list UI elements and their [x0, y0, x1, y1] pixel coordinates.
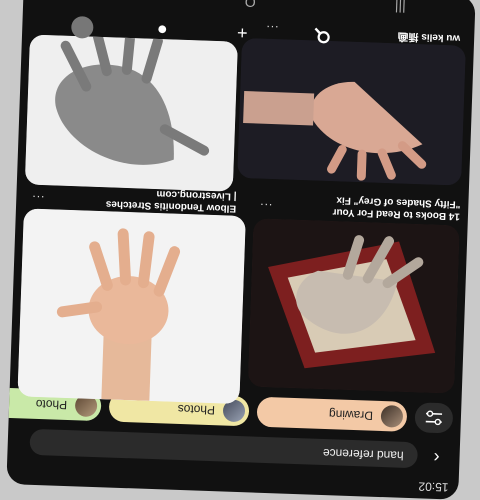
chip-label: Drawing [328, 407, 374, 423]
sliders-icon [425, 410, 443, 426]
pin-open-hand[interactable] [17, 208, 246, 405]
filter-button[interactable] [414, 402, 454, 434]
more-options-icon[interactable]: ... [31, 193, 44, 207]
chip-thumbnail [380, 404, 404, 428]
system-home-button[interactable]: O [235, 0, 266, 13]
pin-grid: 14 Books to Read For Your "Fifty Shades o… [10, 23, 473, 405]
system-back-button[interactable]: < [85, 0, 116, 7]
more-options-icon[interactable]: ... [259, 201, 272, 215]
pin-sketch-hand[interactable] [24, 34, 238, 192]
pin-image [17, 208, 246, 405]
screen: 15:02 ‹ hand reference Drawing Photos Ph… [0, 0, 480, 500]
back-arrow-icon[interactable]: ‹ [425, 447, 448, 470]
pin-image [237, 37, 466, 186]
plus-icon[interactable]: + [222, 17, 263, 48]
pin-caption: 14 Books to Read For Your "Fifty Shades o… [332, 194, 461, 222]
phone-screen: 15:02 ‹ hand reference Drawing Photos Ph… [6, 0, 476, 500]
pin-book-hand[interactable] [247, 218, 460, 394]
avatar[interactable] [62, 12, 103, 43]
search-icon[interactable] [302, 20, 343, 51]
home-icon[interactable]: ⌂ [382, 23, 423, 54]
chip-label: Photos [177, 401, 216, 418]
search-glyph [314, 27, 330, 44]
system-recent-button[interactable]: ||| [385, 0, 416, 18]
status-time: 15:02 [418, 479, 449, 495]
pin-image [24, 34, 238, 192]
search-query: hand reference [322, 445, 404, 463]
pin-image [247, 218, 460, 394]
pin-dark-hand[interactable] [237, 37, 466, 186]
chat-icon[interactable]: ● [142, 14, 183, 45]
chip-label: Photo [35, 396, 68, 413]
chip-drawing[interactable]: Drawing [256, 396, 408, 432]
